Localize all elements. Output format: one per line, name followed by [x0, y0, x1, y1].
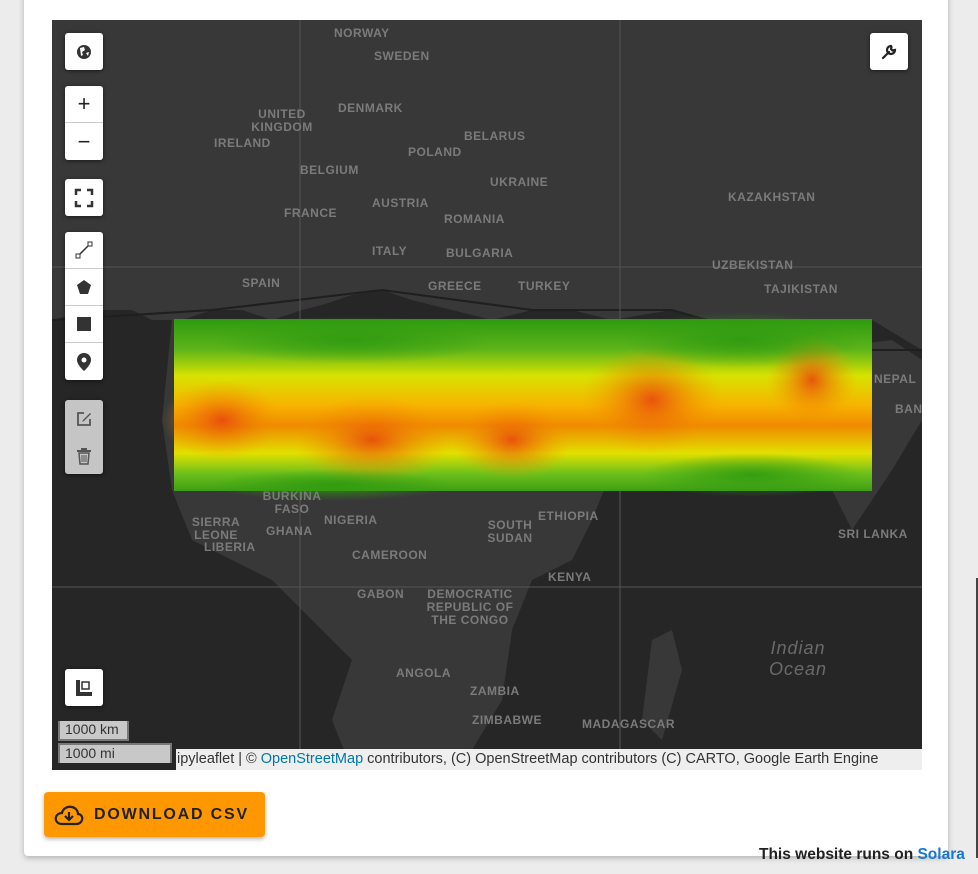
country-label: ETHIOPIA [538, 509, 599, 523]
country-label: BELGIUM [300, 163, 359, 177]
country-label: NEPAL [874, 372, 917, 386]
country-label: BURKINA FASO [262, 489, 322, 516]
country-label: SIERRA LEONE [191, 515, 241, 542]
country-label: ITALY [372, 244, 408, 258]
ruler-icon [76, 679, 92, 696]
ocean-label: Indian Ocean [768, 638, 828, 679]
country-label: CAMEROON [352, 548, 428, 562]
country-label: BULGARIA [446, 246, 514, 260]
country-label: ROMANIA [444, 212, 505, 226]
country-label: AUSTRIA [372, 196, 429, 210]
globe-icon [77, 44, 91, 59]
edit-toolbar [65, 400, 103, 474]
measure-button[interactable] [65, 669, 103, 706]
country-label: SWEDEN [374, 49, 430, 63]
country-label: POLAND [408, 145, 462, 159]
country-label: ANGOLA [396, 666, 451, 680]
attribution-prefix: ipyleaflet | © [177, 751, 261, 767]
country-label: FRANCE [284, 206, 337, 220]
scale-km: 1000 km [58, 721, 129, 741]
draw-polyline-button[interactable] [65, 232, 103, 269]
country-label: BELARUS [464, 129, 526, 143]
country-label: GHANA [266, 524, 313, 538]
draw-polygon-button[interactable] [65, 269, 103, 306]
country-label: NORWAY [334, 26, 390, 40]
country-label: NIGERIA [324, 513, 378, 527]
country-label: TURKEY [518, 279, 571, 293]
data-raster-layer [162, 312, 872, 501]
country-label: LIBERIA [204, 540, 256, 554]
marker-icon [77, 352, 91, 371]
rectangle-icon [77, 317, 91, 331]
layers-button[interactable] [65, 33, 103, 70]
scale-mi: 1000 mi [58, 743, 172, 763]
country-label: UZBEKISTAN [712, 258, 794, 272]
edit-icon [77, 411, 91, 426]
draw-marker-button[interactable] [65, 343, 103, 380]
download-csv-button[interactable]: DOWNLOAD CSV [44, 792, 265, 837]
country-label: GABON [357, 587, 405, 601]
country-label: UNITED KINGDOM [251, 107, 313, 134]
country-label: SOUTH SUDAN [487, 518, 533, 545]
settings-button[interactable] [870, 33, 908, 70]
country-label: BAN [895, 402, 922, 416]
country-label: ZIMBABWE [472, 713, 542, 727]
country-label: SPAIN [242, 276, 281, 290]
fullscreen-button[interactable] [65, 179, 103, 216]
edit-layers-button[interactable] [65, 400, 103, 437]
draw-rectangle-button[interactable] [65, 306, 103, 343]
footer-text: This website runs on [759, 846, 918, 863]
country-label: TAJIKISTAN [764, 282, 838, 296]
solara-link[interactable]: Solara [917, 846, 964, 863]
cloud-download-icon [54, 805, 84, 825]
polyline-icon [75, 241, 93, 259]
country-label: IRELAND [214, 136, 271, 150]
delete-layers-button[interactable] [65, 437, 103, 474]
country-label: KAZAKHSTAN [728, 190, 816, 204]
country-label: DEMOCRATIC REPUBLIC OF THE CONGO [426, 587, 514, 627]
fullscreen-icon [74, 188, 94, 207]
footer-notice: This website runs on Solara [759, 846, 965, 864]
zoom-in-button[interactable]: + [65, 86, 103, 123]
country-label: ZAMBIA [470, 684, 520, 698]
wrench-icon [881, 44, 897, 59]
country-label: DENMARK [338, 101, 403, 115]
land-europe-asia [52, 20, 922, 350]
country-label: KENYA [548, 570, 592, 584]
download-csv-label: DOWNLOAD CSV [94, 805, 249, 823]
zoom-out-button[interactable]: − [65, 123, 103, 160]
openstreetmap-link[interactable]: OpenStreetMap [261, 751, 363, 767]
zoom-control: + − [65, 86, 103, 160]
country-label: UKRAINE [490, 175, 549, 189]
attribution-suffix: contributors, (C) OpenStreetMap contribu… [363, 751, 879, 767]
country-label: MADAGASCAR [582, 717, 675, 731]
country-label: GREECE [428, 279, 482, 293]
polygon-icon [77, 280, 91, 294]
trash-icon [77, 447, 91, 465]
map-attribution: ipyleaflet | © OpenStreetMap contributor… [176, 749, 922, 770]
map-view[interactable]: NORWAY SWEDEN UNITED KINGDOM DENMARK IRE… [52, 20, 922, 770]
country-label: SRI LANKA [838, 527, 908, 541]
draw-toolbar [65, 232, 103, 380]
